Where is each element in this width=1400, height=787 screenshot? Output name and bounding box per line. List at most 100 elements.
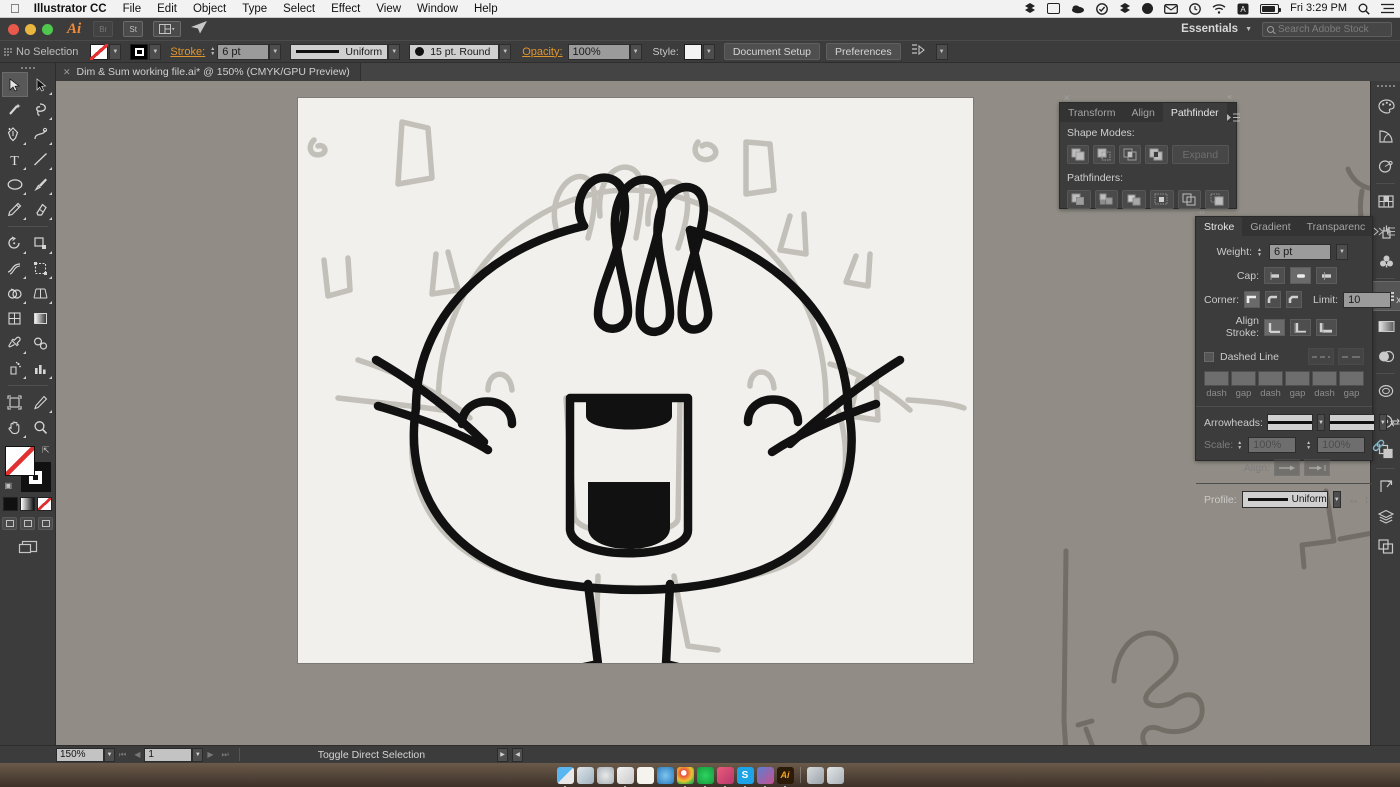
outline-button[interactable]	[1177, 190, 1202, 209]
arrowhead-end-select[interactable]	[1328, 414, 1375, 431]
zoom-level-field[interactable]: 150%	[56, 747, 104, 762]
align-stroke-outside-button[interactable]	[1316, 318, 1337, 336]
menu-edit[interactable]: Edit	[157, 3, 177, 15]
gradient-button[interactable]	[20, 497, 35, 511]
preferences-button[interactable]: Preferences	[826, 43, 901, 60]
next-artboard-icon[interactable]: ▶	[207, 750, 213, 759]
projecting-cap-button[interactable]	[1316, 267, 1337, 284]
dock-finder-icon[interactable]	[556, 766, 574, 787]
menu-view[interactable]: View	[376, 3, 401, 15]
dash-field-3[interactable]	[1312, 371, 1337, 386]
curvature-tool[interactable]	[28, 122, 54, 147]
wifi-icon[interactable]	[1212, 3, 1226, 14]
column-graph-tool[interactable]	[28, 356, 54, 381]
paintbrush-tool[interactable]	[28, 172, 54, 197]
brush-dropdown-arrow[interactable]: ▼	[499, 43, 512, 60]
keyboard-input-icon[interactable]: A	[1237, 3, 1249, 15]
pencil-tool[interactable]	[2, 197, 28, 222]
edit-colors-panel-icon[interactable]	[1371, 151, 1400, 181]
mesh-tool[interactable]	[2, 306, 28, 331]
opacity-field[interactable]: 100%	[567, 43, 630, 60]
change-screen-mode-button[interactable]	[0, 540, 55, 554]
search-icon[interactable]	[1358, 3, 1370, 15]
dash-field-1[interactable]	[1204, 371, 1229, 386]
stroke-weight-dropdown-arrow[interactable]: ▼	[269, 43, 282, 60]
dash-field-2[interactable]	[1258, 371, 1283, 386]
stock-button[interactable]: St	[123, 21, 144, 37]
dock-preview-icon[interactable]	[656, 766, 674, 784]
menu-app-name[interactable]: Illustrator CC	[34, 3, 107, 15]
free-transform-tool[interactable]	[28, 256, 54, 281]
panel-menu-icon[interactable]	[1226, 113, 1245, 122]
symbol-sprayer-tool[interactable]	[2, 356, 28, 381]
dock-illustrator-icon[interactable]: Ai	[776, 766, 794, 787]
tab-transparency[interactable]: Transparenc	[1299, 217, 1374, 236]
graphic-styles-panel-icon[interactable]	[1371, 376, 1400, 406]
battery-icon[interactable]	[1260, 3, 1282, 14]
share-icon[interactable]	[191, 21, 208, 37]
dock-photoshop-icon[interactable]	[716, 766, 734, 787]
zoom-dropdown-arrow[interactable]: ▼	[104, 747, 115, 762]
color-panel-icon[interactable]	[1371, 91, 1400, 121]
fill-swatch-button[interactable]	[90, 43, 109, 60]
pen-tool[interactable]	[2, 122, 28, 147]
arrange-documents-button[interactable]	[153, 21, 182, 37]
artboard[interactable]	[298, 98, 973, 663]
tab-align[interactable]: Align	[1123, 103, 1162, 122]
close-window-button[interactable]	[8, 23, 19, 35]
dock-grip[interactable]	[1371, 81, 1400, 91]
minimize-window-button[interactable]	[25, 23, 36, 35]
first-artboard-icon[interactable]: ⏮	[119, 750, 126, 760]
dock-mail-icon[interactable]	[576, 766, 594, 784]
swap-arrowheads-icon[interactable]: ⇄	[1391, 416, 1400, 429]
draw-normal-button[interactable]	[2, 517, 17, 530]
align-stroke-center-button[interactable]	[1264, 318, 1285, 336]
blend-tool[interactable]	[28, 331, 54, 356]
graphic-style-swatch[interactable]	[683, 43, 702, 60]
document-setup-button[interactable]: Document Setup	[723, 43, 821, 60]
arrowhead-end-dropdown-arrow[interactable]: ▼	[1378, 414, 1387, 431]
perspective-grid-tool[interactable]	[28, 281, 54, 306]
notification-center-icon[interactable]	[1381, 3, 1394, 14]
panel-grip[interactable]	[4, 44, 12, 59]
dropbox-icon[interactable]	[1024, 3, 1036, 14]
type-tool[interactable]: T	[2, 147, 28, 172]
round-cap-button[interactable]	[1290, 267, 1311, 284]
document-tab[interactable]: ✕ Dim & Sum working file.ai* @ 150% (CMY…	[56, 63, 361, 81]
dropbox-blue-icon[interactable]	[1119, 3, 1131, 14]
gap-field-1[interactable]	[1231, 371, 1256, 386]
layers-panel-icon[interactable]	[1371, 501, 1400, 531]
stroke-dropdown-arrow[interactable]: ▼	[149, 43, 162, 60]
divide-button[interactable]	[1067, 190, 1091, 209]
profile-dropdown-arrow[interactable]: ▼	[1332, 491, 1341, 508]
close-icon[interactable]: ✕	[63, 67, 71, 78]
menu-select[interactable]: Select	[283, 3, 315, 15]
select-similar-icon[interactable]	[911, 44, 926, 59]
expand-button[interactable]: Expand	[1171, 145, 1229, 164]
gradient-tool[interactable]	[28, 306, 54, 331]
maximize-window-button[interactable]	[42, 23, 53, 35]
scale-end-field[interactable]: 100%	[1317, 437, 1366, 453]
menu-window[interactable]: Window	[417, 3, 458, 15]
tab-stroke[interactable]: Stroke	[1196, 217, 1243, 236]
droplet-icon[interactable]	[1142, 3, 1154, 14]
weight-dropdown-arrow[interactable]: ▼	[1335, 244, 1348, 260]
status-message[interactable]: Toggle Direct Selection	[318, 749, 425, 761]
workspace-selector[interactable]: Essentials	[1181, 23, 1238, 35]
artboard-number-field[interactable]: 1	[144, 747, 193, 762]
status-prev-arrow[interactable]: ◀	[512, 747, 524, 762]
stroke-weight-field[interactable]: 6 pt	[217, 43, 270, 60]
dock-trash-icon[interactable]	[826, 766, 844, 784]
dock-pages-icon[interactable]	[636, 766, 654, 784]
width-profile-dropdown-arrow[interactable]: ▼	[388, 43, 401, 60]
previous-artboard-icon[interactable]: ◀	[134, 750, 140, 759]
menu-object[interactable]: Object	[193, 3, 226, 15]
line-segment-tool[interactable]	[28, 147, 54, 172]
color-guide-panel-icon[interactable]	[1371, 121, 1400, 151]
tab-gradient[interactable]: Gradient	[1242, 217, 1298, 236]
minus-back-button[interactable]	[1205, 190, 1230, 209]
menu-file[interactable]: File	[123, 3, 142, 15]
clock-time[interactable]: Fri 3:29 PM	[1290, 3, 1347, 14]
display-icon[interactable]	[1047, 3, 1061, 14]
weight-stepper[interactable]: ▲ ▼	[1257, 247, 1262, 257]
